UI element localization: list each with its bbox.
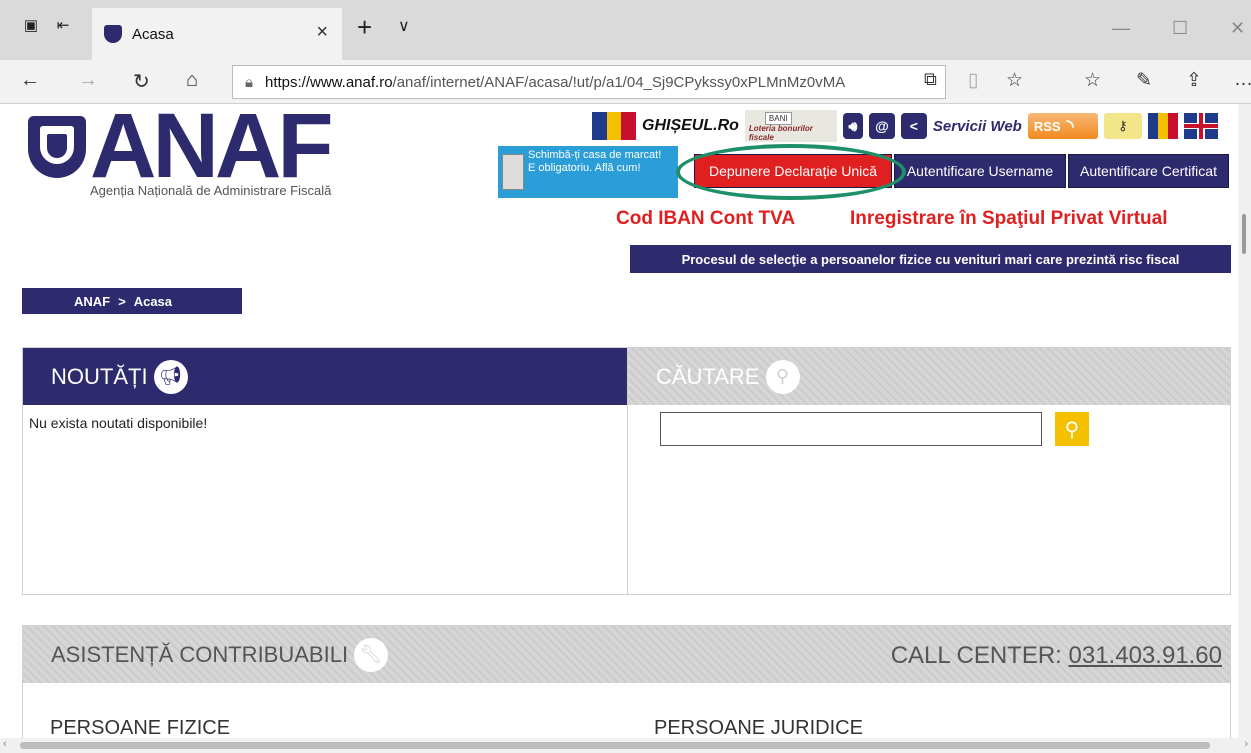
- anaf-logo[interactable]: ANAF Agenția Națională de Administrare F…: [28, 104, 388, 200]
- proces-selectie-link[interactable]: Procesul de selecţie a persoanelor fizic…: [630, 245, 1231, 273]
- breadcrumb-current: Acasa: [133, 293, 173, 309]
- favorites-icon[interactable]: ☆: [1084, 69, 1101, 92]
- breadcrumb-separator: >: [118, 293, 126, 309]
- search-input[interactable]: [660, 412, 1042, 446]
- cash-register-icon: [502, 154, 524, 190]
- new-tab-icon[interactable]: +: [357, 12, 372, 43]
- email-icon[interactable]: @: [868, 113, 895, 139]
- chevron-down-icon[interactable]: ∨: [398, 16, 410, 36]
- back-icon[interactable]: ←: [20, 69, 40, 92]
- autentificare-certificat-button[interactable]: Autentificare Certificat: [1068, 154, 1229, 188]
- more-icon[interactable]: …: [1234, 69, 1251, 91]
- horizontal-scroll-thumb[interactable]: [20, 742, 1210, 749]
- megaphone-icon: 📢︎: [153, 359, 188, 394]
- noutati-title: NOUTĂȚI: [51, 363, 148, 389]
- rss-link[interactable]: RSS ◝: [1027, 113, 1098, 139]
- call-center-label: CALL CENTER:: [890, 642, 1062, 669]
- logo-subtitle: Agenția Națională de Administrare Fiscal…: [90, 183, 332, 198]
- noutati-empty-text: Nu exista noutati disponibile!: [29, 415, 208, 431]
- search-button[interactable]: ⚲: [1055, 412, 1089, 446]
- autentificare-username-button[interactable]: Autentificare Username: [894, 154, 1066, 188]
- scroll-left-icon[interactable]: ‹: [3, 738, 7, 750]
- minimize-icon[interactable]: —: [1112, 18, 1130, 39]
- close-tab-icon[interactable]: ×: [316, 21, 328, 44]
- tab-title: Acasa: [132, 25, 174, 43]
- horizontal-scrollbar[interactable]: ‹ ›: [0, 738, 1251, 753]
- url-field[interactable]: 🔒︎ https://www.anaf.ro /anaf/internet/AN…: [232, 65, 946, 99]
- romanian-flag-icon[interactable]: [1147, 113, 1178, 139]
- persoane-juridice-heading: PERSOANE JURIDICE: [654, 717, 863, 738]
- cod-iban-link[interactable]: Cod IBAN Cont TVA: [616, 208, 795, 230]
- vertical-scrollbar[interactable]: [1238, 104, 1251, 738]
- persoane-fizice-heading: PERSOANE FIZICE: [50, 717, 231, 738]
- spv-link[interactable]: Inregistrare în Spaţiul Privat Virtual: [850, 208, 1167, 230]
- cautare-title: CĂUTARE: [656, 363, 760, 389]
- depunere-declaratie-button[interactable]: Depunere Declarație Unică: [694, 154, 892, 188]
- casa-marcat-banner[interactable]: Schimbă-ți casa de marcat! E obligatoriu…: [498, 146, 678, 198]
- top-icons-row: GHIȘEUL.Ro BANI Loteria bonurilor fiscal…: [592, 110, 1218, 142]
- noutati-header: NOUTĂȚI 📢︎: [23, 348, 627, 405]
- favorite-star-icon[interactable]: ☆: [1006, 69, 1023, 92]
- loteria-bonurilor-link[interactable]: BANI Loteria bonurilor fiscale: [744, 110, 837, 142]
- ghiseul-flag-icon[interactable]: [592, 112, 637, 140]
- vertical-scroll-thumb[interactable]: [1242, 214, 1246, 254]
- english-flag-icon[interactable]: [1183, 113, 1218, 139]
- scroll-right-icon[interactable]: ›: [1244, 738, 1248, 750]
- logo-text: ANAF: [90, 104, 334, 197]
- loteria-label: Loteria bonurilor fiscale: [748, 124, 813, 142]
- audio-icon[interactable]: 🔊︎: [842, 113, 863, 139]
- breadcrumb-root[interactable]: ANAF: [74, 294, 110, 309]
- cautare-header: CĂUTARE ⚲: [628, 348, 1230, 405]
- ghiseul-link[interactable]: GHIȘEUL.Ro: [642, 117, 739, 135]
- anaf-favicon-icon: [104, 25, 122, 43]
- magnifier-icon: ⚲: [765, 359, 800, 394]
- call-center-number[interactable]: 031.403.91.60: [1069, 642, 1222, 669]
- tab-actions-icon[interactable]: ▣: [20, 14, 42, 36]
- servicii-web-link[interactable]: Servicii Web: [933, 118, 1022, 135]
- shield-icon: [28, 116, 86, 178]
- tab-acasa[interactable]: Acasa ×: [92, 8, 342, 60]
- noutati-panel: NOUTĂȚI 📢︎ Nu exista noutati disponibile…: [22, 347, 628, 595]
- cautare-panel: CĂUTARE ⚲ ⚲: [628, 347, 1231, 595]
- address-bar: ← → ↻ ⌂ 🔒︎ https://www.anaf.ro /anaf/int…: [0, 60, 1251, 104]
- rss-icon: ◝: [1066, 115, 1074, 136]
- url-domain: https://www.anaf.ro: [264, 73, 393, 91]
- app-available-icon[interactable]: ⧉: [924, 69, 937, 90]
- browser-window: ▣ ⇤ Acasa × + ∨ — ☐ ✕ ← → ↻ ⌂ 🔒︎ https:/…: [0, 0, 1251, 753]
- wrench-icon: 🔧︎: [354, 637, 389, 672]
- share-social-icon[interactable]: <: [900, 113, 927, 139]
- lock-icon: 🔒︎: [245, 73, 253, 91]
- rss-label: RSS: [1033, 118, 1061, 134]
- asistenta-header: ASISTENȚĂ CONTRIBUABILI 🔧︎ CALL CENTER: …: [23, 626, 1230, 683]
- notes-pen-icon[interactable]: ✎: [1136, 69, 1152, 92]
- promo-line-2: E obligatoriu. Află cum!: [528, 162, 641, 174]
- title-bar: ▣ ⇤ Acasa × + ∨ — ☐ ✕: [0, 0, 1251, 60]
- share-icon[interactable]: ⇪: [1186, 69, 1202, 92]
- asistenta-title: ASISTENȚĂ CONTRIBUABILI: [51, 641, 349, 667]
- tabs-aside-icon[interactable]: ⇤: [52, 14, 74, 36]
- close-window-icon[interactable]: ✕: [1230, 18, 1245, 39]
- reading-view-icon[interactable]: ▯: [968, 69, 978, 92]
- call-center: CALL CENTER: 031.403.91.60: [891, 642, 1222, 670]
- accessibility-key-icon[interactable]: ⚷: [1103, 113, 1142, 139]
- home-icon[interactable]: ⌂: [186, 69, 198, 92]
- refresh-icon[interactable]: ↻: [133, 69, 150, 94]
- page-content: ANAF Agenția Națională de Administrare F…: [0, 104, 1238, 738]
- promo-line-1: Schimbă-ți casa de marcat!: [528, 149, 662, 161]
- forward-icon[interactable]: →: [78, 69, 98, 92]
- search-icon: ⚲: [1064, 418, 1080, 441]
- breadcrumb: ANAF > Acasa: [22, 288, 242, 314]
- url-path: /anaf/internet/ANAF/acasa/!ut/p/a1/04_Sj…: [392, 73, 846, 91]
- maximize-icon[interactable]: ☐: [1172, 18, 1188, 39]
